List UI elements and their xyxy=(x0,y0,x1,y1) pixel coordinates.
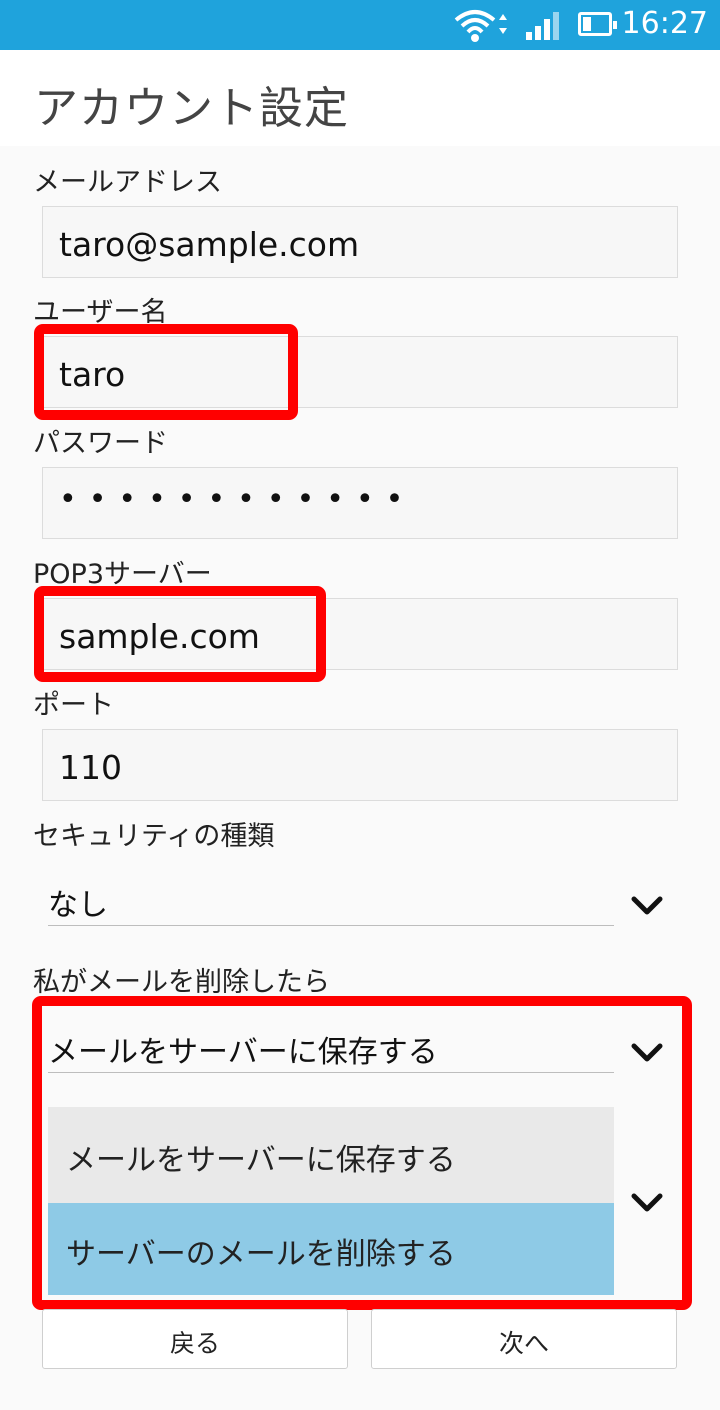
delete-policy-label: 私がメールを削除したら xyxy=(33,967,330,998)
battery-fill xyxy=(583,17,591,31)
battery-icon xyxy=(578,12,617,36)
password-value: •••••••••••• xyxy=(59,482,416,517)
title-bar: アカウント設定 xyxy=(0,50,720,146)
email-value: taro@sample.com xyxy=(59,225,360,264)
delete-policy-highlight-box xyxy=(32,996,692,1310)
email-label: メールアドレス xyxy=(33,167,222,198)
email-field[interactable]: taro@sample.com xyxy=(42,206,678,278)
security-select[interactable]: なし xyxy=(48,870,614,926)
next-button[interactable]: 次へ xyxy=(371,1309,677,1369)
password-label: パスワード xyxy=(33,428,168,459)
password-field[interactable]: •••••••••••• xyxy=(42,467,678,539)
username-highlight-box xyxy=(34,324,298,420)
security-value: なし xyxy=(48,888,108,923)
signal-icon xyxy=(526,12,559,40)
status-bar: 16:27 xyxy=(0,0,720,50)
next-button-label: 次へ xyxy=(498,1329,549,1358)
security-label: セキュリティの種類 xyxy=(33,821,275,852)
port-label: ポート xyxy=(33,690,114,721)
port-field[interactable]: 110 xyxy=(42,729,678,801)
status-time: 16:27 xyxy=(621,6,708,41)
port-value: 110 xyxy=(59,748,122,787)
security-chevron-down-icon[interactable] xyxy=(631,895,663,917)
page-title: アカウント設定 xyxy=(34,83,349,134)
server-highlight-box xyxy=(34,586,326,682)
wifi-icon xyxy=(454,10,507,42)
back-button-label: 戻る xyxy=(169,1329,220,1358)
back-button[interactable]: 戻る xyxy=(42,1309,348,1369)
